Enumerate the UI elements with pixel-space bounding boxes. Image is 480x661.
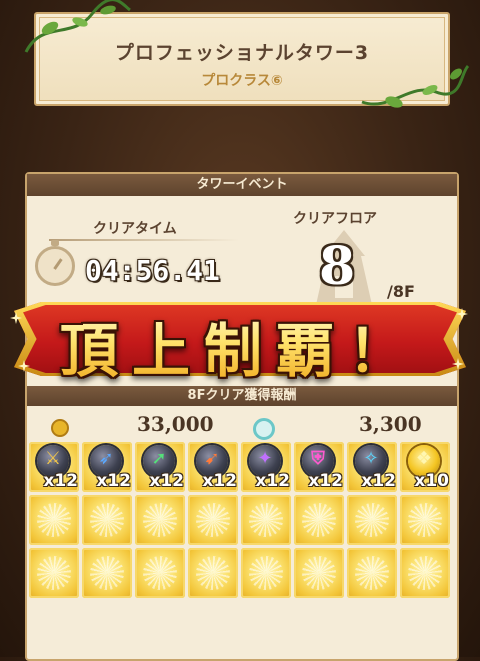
reward-empty-row	[29, 495, 455, 545]
sun-emblem-icon	[355, 503, 389, 537]
sun-emblem-icon	[408, 556, 442, 590]
empty-reward-slot	[135, 495, 185, 545]
reward-item-slot[interactable]: ✦ x12	[241, 442, 291, 492]
item-count: x12	[96, 471, 131, 491]
empty-reward-slot	[347, 495, 397, 545]
essence-icon	[253, 418, 275, 440]
sun-emblem-icon	[37, 556, 71, 590]
clear-time-value: 04:56.41	[85, 254, 220, 287]
sun-emblem-icon	[249, 556, 283, 590]
gold-coin-icon	[51, 419, 69, 437]
sun-emblem-icon	[37, 503, 71, 537]
reward-item-row: ⚔ x12 ➶ x12 ➚ x12 ➹ x12 ✦ x12 ⛨ x12 ✧ x12 ❖ x10	[29, 442, 455, 492]
sun-emblem-icon	[90, 503, 124, 537]
item-count: x12	[255, 471, 290, 491]
sun-emblem-icon	[355, 556, 389, 590]
reward-item-slot[interactable]: ➚ x12	[135, 442, 185, 492]
summit-banner: 頂上制覇！	[0, 294, 480, 390]
item-count: x12	[43, 471, 78, 491]
empty-reward-slot	[135, 548, 185, 598]
sun-emblem-icon	[143, 503, 177, 537]
item-count: x12	[308, 471, 343, 491]
sun-emblem-icon	[90, 556, 124, 590]
reward-item-slot[interactable]: ⚔ x12	[29, 442, 79, 492]
empty-reward-slot	[400, 548, 450, 598]
empty-reward-slot	[241, 548, 291, 598]
sun-emblem-icon	[249, 503, 283, 537]
tower-event-panel: タワーイベント クリアタイム クリアフロア 04:56.41 8 /8F 8Fク…	[25, 172, 459, 661]
empty-reward-slot	[82, 495, 132, 545]
vine-decoration-right	[361, 64, 470, 108]
clear-floor-value: 8	[319, 236, 356, 297]
sun-emblem-icon	[143, 556, 177, 590]
stopwatch-icon	[35, 240, 75, 286]
divider	[49, 239, 239, 241]
empty-reward-slot	[241, 495, 291, 545]
sun-emblem-icon	[408, 503, 442, 537]
reward-empty-row	[29, 548, 455, 598]
empty-reward-slot	[294, 548, 344, 598]
empty-reward-slot	[29, 548, 79, 598]
vine-decoration-left	[24, 0, 131, 53]
banner-text: 頂上制覇！	[0, 304, 480, 388]
item-count: x12	[361, 471, 396, 491]
sun-emblem-icon	[196, 556, 230, 590]
empty-reward-slot	[294, 495, 344, 545]
clear-floor-label: クリアフロア	[293, 211, 377, 227]
reward-item-slot[interactable]: ➶ x12	[82, 442, 132, 492]
gold-reward-value: 33,000	[137, 412, 214, 436]
item-count: x12	[202, 471, 237, 491]
item-count: x12	[149, 471, 184, 491]
reward-item-slot[interactable]: ✧ x12	[347, 442, 397, 492]
item-count: x10	[414, 471, 449, 491]
empty-reward-slot	[400, 495, 450, 545]
panel-title: タワーイベント	[27, 174, 457, 196]
empty-reward-slot	[29, 495, 79, 545]
essence-reward-value: 3,300	[359, 412, 422, 436]
sun-emblem-icon	[302, 503, 336, 537]
sun-emblem-icon	[302, 556, 336, 590]
clear-time-label: クリアタイム	[93, 221, 177, 237]
empty-reward-slot	[347, 548, 397, 598]
empty-reward-slot	[82, 548, 132, 598]
empty-reward-slot	[188, 495, 238, 545]
reward-item-slot[interactable]: ❖ x10	[400, 442, 450, 492]
empty-reward-slot	[188, 548, 238, 598]
sun-emblem-icon	[196, 503, 230, 537]
reward-grid: ⚔ x12 ➶ x12 ➚ x12 ➹ x12 ✦ x12 ⛨ x12 ✧ x12 ❖ x10	[29, 442, 455, 601]
reward-item-slot[interactable]: ⛨ x12	[294, 442, 344, 492]
reward-item-slot[interactable]: ➹ x12	[188, 442, 238, 492]
